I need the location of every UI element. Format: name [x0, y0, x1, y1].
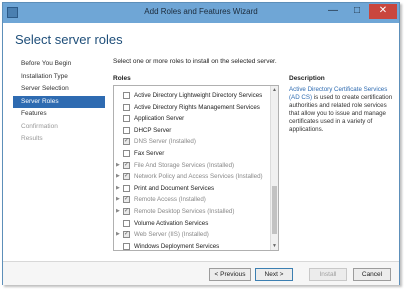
role-label: File And Storage Services (Installed): [134, 161, 235, 169]
role-checkbox[interactable]: ✓: [123, 196, 130, 204]
expand-arrow-icon[interactable]: ▶: [116, 162, 120, 168]
role-checkbox[interactable]: [123, 150, 130, 157]
page-title: Select server roles: [15, 32, 123, 47]
role-checkbox[interactable]: ✓: [123, 138, 130, 146]
nav-item-server-selection[interactable]: Server Selection: [13, 83, 105, 95]
minimize-button[interactable]: —: [321, 4, 345, 19]
role-row[interactable]: ▶ ✓ File And Storage Services (Installed): [114, 160, 270, 171]
nav-item-before-you-begin[interactable]: Before You Begin: [13, 58, 105, 70]
role-checkbox[interactable]: [123, 103, 130, 111]
role-checkbox[interactable]: [123, 242, 130, 250]
role-checkbox[interactable]: [123, 92, 130, 99]
description-heading: Description: [289, 75, 325, 82]
role-label: Volume Activation Services: [134, 219, 209, 227]
role-label: Active Directory Rights Management Servi…: [134, 103, 260, 111]
role-row[interactable]: ▶ Print and Document Services: [114, 183, 270, 194]
role-checkbox[interactable]: ✓: [123, 161, 130, 169]
nav-item-server-roles[interactable]: Server Roles: [13, 95, 105, 108]
roles-heading: Roles: [113, 75, 131, 82]
cancel-button[interactable]: Cancel: [353, 268, 391, 281]
instruction-text: Select one or more roles to install on t…: [113, 58, 277, 65]
expand-arrow-icon[interactable]: ▶: [116, 232, 120, 237]
roles-list[interactable]: ▲ ▼ Active Directory Lightweight Directo…: [113, 85, 279, 251]
close-button[interactable]: ✕: [369, 4, 397, 19]
install-button: Install: [309, 268, 347, 281]
next-button[interactable]: Next >: [255, 268, 293, 281]
role-row[interactable]: Fax Server: [114, 148, 270, 159]
role-row[interactable]: ▶ ✓ Network Policy and Access Services (In…: [114, 171, 270, 182]
role-label: Print and Document Services: [134, 184, 215, 192]
wizard-nav: Before You Begin Installation Type Serve…: [13, 58, 105, 146]
role-label: DHCP Server: [134, 126, 172, 134]
expand-arrow-icon[interactable]: ▶: [116, 174, 120, 179]
role-checkbox[interactable]: ✓: [123, 231, 130, 239]
role-label: Remote Desktop Services (Installed): [134, 208, 235, 215]
nav-item-confirmation: Confirmation: [21, 122, 58, 130]
previous-button[interactable]: < Previous: [209, 268, 251, 281]
role-label: Windows Deployment Services: [134, 242, 220, 250]
role-row[interactable]: Windows Deployment Services: [114, 241, 270, 250]
expand-arrow-icon[interactable]: ▶: [116, 209, 120, 214]
expand-arrow-icon[interactable]: ▶: [116, 185, 120, 191]
role-label: Application Server: [134, 115, 185, 123]
role-checkbox[interactable]: ✓: [123, 173, 130, 181]
role-row[interactable]: Active Directory Lightweight Directory S…: [114, 90, 270, 101]
role-row[interactable]: Active Directory Rights Management Servi…: [114, 102, 270, 113]
role-checkbox[interactable]: [123, 115, 130, 123]
role-row[interactable]: ▶ ✓ Remote Desktop Services (Installed): [114, 206, 270, 217]
role-row[interactable]: DHCP Server: [114, 125, 270, 136]
role-checkbox[interactable]: [123, 126, 130, 134]
nav-item-features[interactable]: Features: [13, 108, 105, 120]
role-label: Network Policy and Access Services (Inst…: [134, 173, 263, 181]
role-row[interactable]: ✓ DNS Server (Installed): [114, 136, 270, 147]
scroll-down-arrow-icon[interactable]: ▼: [271, 242, 278, 250]
role-label: Web Server (IIS) (Installed): [134, 231, 209, 239]
page-header: Select server roles: [3, 23, 399, 59]
scroll-up-arrow-icon[interactable]: ▲: [271, 86, 278, 94]
role-label: DNS Server (Installed): [134, 138, 196, 146]
role-checkbox[interactable]: [123, 219, 130, 227]
role-checkbox[interactable]: ✓: [123, 208, 130, 215]
role-row[interactable]: ▶ ✓ Remote Access (Installed): [114, 194, 270, 205]
scroll-thumb[interactable]: [272, 186, 277, 234]
role-row[interactable]: ▶ ✓ Web Server (IIS) (Installed): [114, 229, 270, 240]
role-row[interactable]: Volume Activation Services: [114, 218, 270, 229]
wizard-window: Add Roles and Features Wizard — □ ✕ Sele…: [2, 2, 400, 285]
role-label: Fax Server: [134, 150, 165, 157]
roles-scrollbar[interactable]: ▲ ▼: [270, 86, 278, 250]
nav-item-installation-type[interactable]: Installation Type: [13, 71, 105, 83]
nav-item-results: Results: [21, 135, 43, 142]
expand-arrow-icon[interactable]: ▶: [116, 197, 120, 202]
description-text: Active Directory Certificate Services (A…: [289, 86, 393, 134]
role-label: Remote Access (Installed): [134, 196, 206, 204]
title-bar[interactable]: Add Roles and Features Wizard — □ ✕: [3, 3, 399, 23]
wizard-footer: < Previous Next > Install Cancel: [3, 261, 399, 285]
role-label: Active Directory Lightweight Directory S…: [134, 92, 263, 99]
role-row[interactable]: Application Server: [114, 113, 270, 124]
maximize-button[interactable]: □: [345, 4, 369, 19]
role-checkbox[interactable]: [123, 184, 130, 192]
